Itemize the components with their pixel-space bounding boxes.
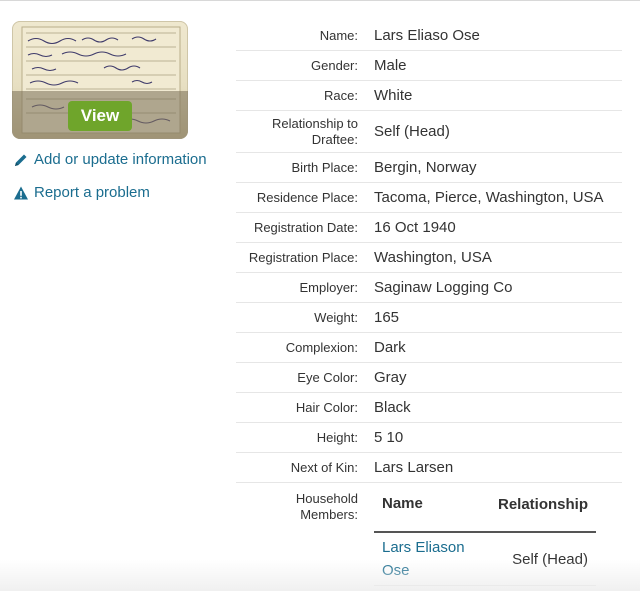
column-header-name: Name bbox=[382, 495, 423, 512]
household-members-table: Name Relationship Lars Eliason Ose Self … bbox=[374, 487, 596, 586]
detail-label: Height: bbox=[316, 429, 358, 445]
record-image-thumbnail[interactable]: View bbox=[12, 21, 188, 139]
detail-value: Bergin, Norway bbox=[374, 159, 477, 176]
detail-label: Name: bbox=[319, 27, 358, 43]
detail-row-gender: Gender: Male bbox=[236, 51, 622, 81]
detail-value: Male bbox=[374, 57, 407, 74]
detail-value: Dark bbox=[374, 339, 406, 356]
detail-row-race: Race: White bbox=[236, 81, 622, 111]
detail-value: Self (Head) bbox=[374, 123, 450, 140]
detail-label: Birth Place: bbox=[291, 159, 358, 175]
detail-row-registration-date: Registration Date: 16 Oct 1940 bbox=[236, 213, 622, 243]
detail-label: Gender: bbox=[311, 57, 358, 73]
detail-row-residence-place: Residence Place: Tacoma, Pierce, Washing… bbox=[236, 183, 622, 213]
detail-value: Gray bbox=[374, 369, 407, 386]
pencil-icon bbox=[15, 154, 27, 166]
detail-row-weight: Weight: 165 bbox=[236, 303, 622, 333]
household-member-name-link[interactable]: Lars Eliason Ose bbox=[374, 536, 494, 582]
record-details-table: Name: Lars Eliaso Ose Gender: Male Race:… bbox=[236, 21, 622, 586]
detail-row-eye-color: Eye Color: Gray bbox=[236, 363, 622, 393]
view-button[interactable]: View bbox=[68, 101, 132, 131]
detail-label: Household Members: bbox=[295, 491, 358, 522]
detail-row-next-of-kin: Next of Kin: Lars Larsen bbox=[236, 453, 622, 483]
detail-row-registration-place: Registration Place: Washington, USA bbox=[236, 243, 622, 273]
detail-value: Saginaw Logging Co bbox=[374, 279, 513, 296]
household-table-header: Name Relationship bbox=[374, 487, 596, 533]
add-update-info-link[interactable]: Add or update information bbox=[13, 151, 207, 168]
detail-label: Complexion: bbox=[285, 339, 358, 355]
column-header-relationship: Relationship bbox=[497, 496, 588, 513]
table-row: Lars Eliason Ose Self (Head) bbox=[374, 533, 596, 586]
report-problem-label: Report a problem bbox=[34, 184, 150, 201]
detail-label: Race: bbox=[324, 87, 358, 103]
detail-value: 5 10 bbox=[374, 429, 404, 446]
detail-value: Black bbox=[374, 399, 411, 416]
detail-value: Washington, USA bbox=[374, 249, 492, 266]
detail-label: Registration Place: bbox=[248, 249, 358, 265]
warning-icon bbox=[14, 186, 28, 199]
detail-value: Lars Larsen bbox=[374, 459, 454, 476]
detail-value: Lars Eliaso Ose bbox=[374, 27, 480, 44]
detail-value: 165 bbox=[374, 309, 400, 326]
detail-row-height: Height: 5 10 bbox=[236, 423, 622, 453]
detail-row-relationship: Relationship to Draftee: Self (Head) bbox=[236, 111, 622, 153]
detail-value: 16 Oct 1940 bbox=[374, 219, 456, 236]
detail-row-birth-place: Birth Place: Bergin, Norway bbox=[236, 153, 622, 183]
detail-label: Next of Kin: bbox=[290, 459, 358, 475]
detail-row-name: Name: Lars Eliaso Ose bbox=[236, 21, 622, 51]
detail-label: Weight: bbox=[314, 309, 358, 325]
detail-row-employer: Employer: Saginaw Logging Co bbox=[236, 273, 622, 303]
detail-label: Employer: bbox=[299, 279, 358, 295]
household-member-relationship: Self (Head) bbox=[512, 550, 588, 568]
detail-value: Tacoma, Pierce, Washington, USA bbox=[374, 189, 604, 206]
report-problem-link[interactable]: Report a problem bbox=[13, 184, 150, 201]
detail-label: Relationship to Draftee: bbox=[272, 115, 358, 147]
detail-row-household: Household Members: Name Relationship Lar… bbox=[236, 483, 622, 586]
detail-row-hair-color: Hair Color: Black bbox=[236, 393, 622, 423]
detail-label: Residence Place: bbox=[256, 189, 358, 205]
detail-label: Registration Date: bbox=[253, 219, 358, 235]
detail-label: Eye Color: bbox=[297, 369, 358, 385]
detail-row-complexion: Complexion: Dark bbox=[236, 333, 622, 363]
detail-value: White bbox=[374, 87, 413, 104]
add-update-info-label: Add or update information bbox=[34, 151, 207, 168]
detail-label: Hair Color: bbox=[295, 399, 358, 415]
top-divider bbox=[0, 0, 640, 1]
